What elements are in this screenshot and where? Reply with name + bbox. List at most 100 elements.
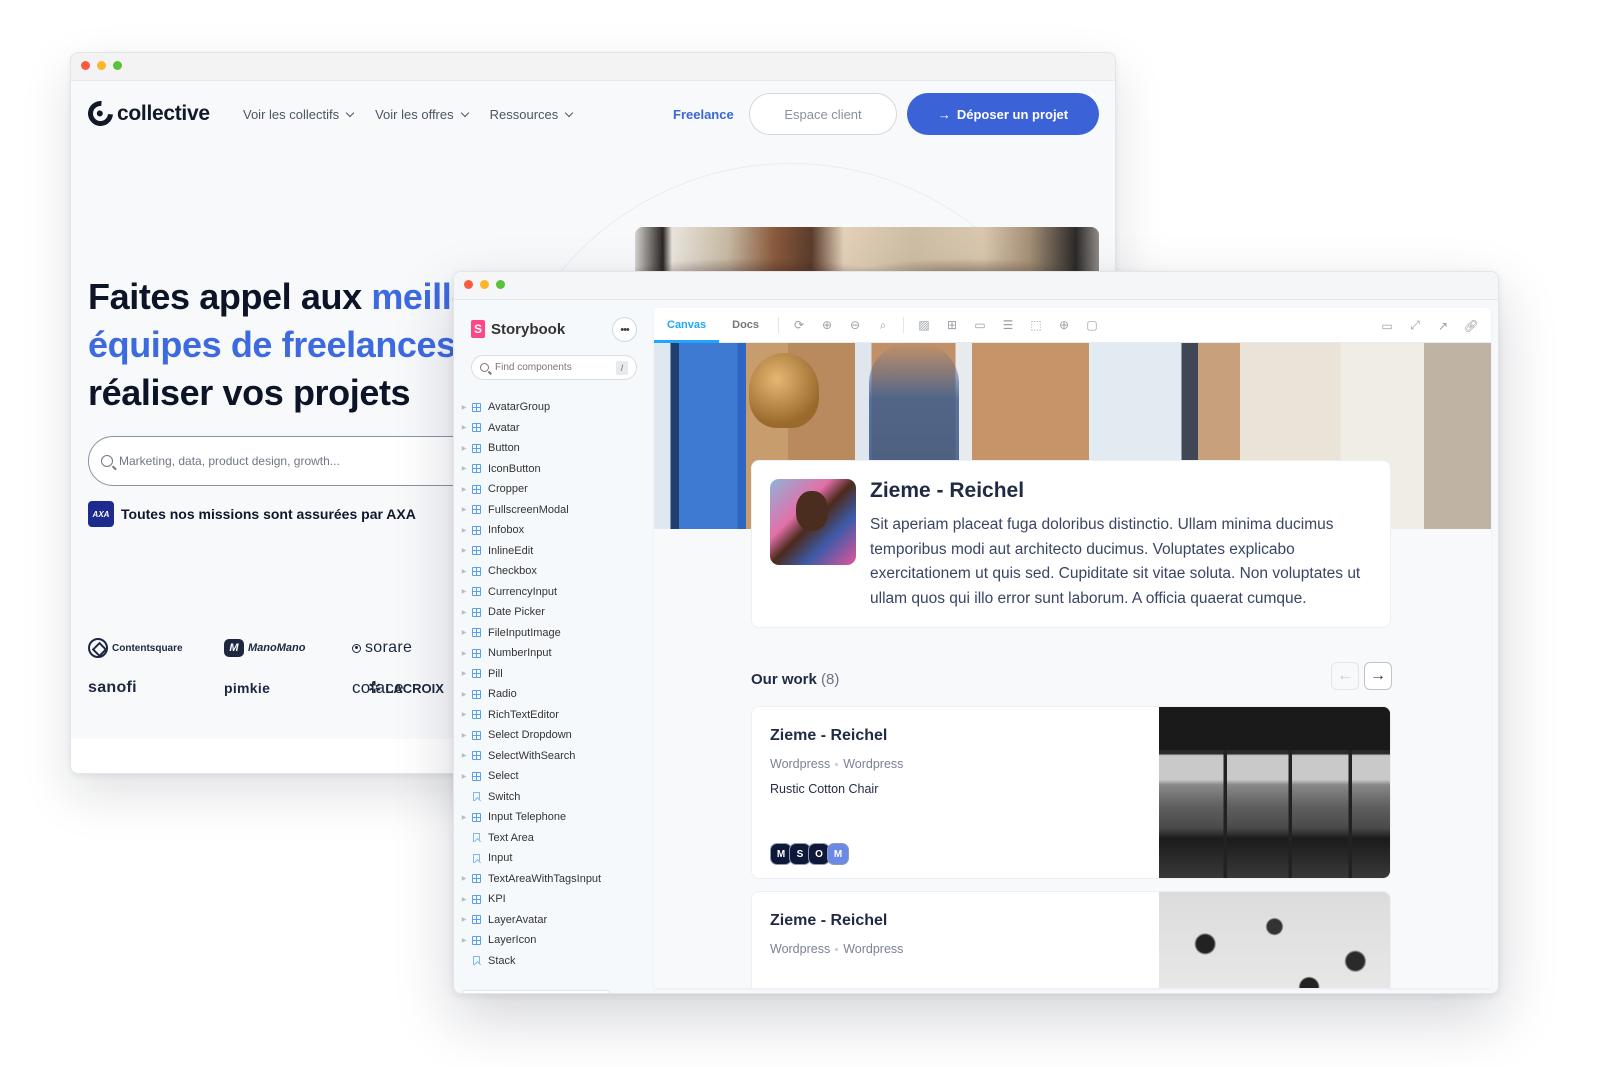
carousel-next-button[interactable]: → [1364,662,1392,690]
tree-item[interactable]: ▶ AvatarGroup [460,397,650,418]
minimize-window-button[interactable] [480,280,489,289]
project-card[interactable]: Zieme - Reichel Wordpress Wordpress [751,891,1391,988]
measure-icon[interactable]: ☰ [994,311,1022,339]
component-icon [472,771,481,781]
tree-item[interactable]: ▶ Radio [460,684,650,705]
tree-item[interactable]: Input [460,848,650,869]
tree-item[interactable]: ▶ Date Picker [460,602,650,623]
find-components-input[interactable] [495,362,605,373]
project-tag: Wordpress [843,942,904,956]
tree-item-label: IconButton [488,462,541,475]
maximize-window-button[interactable] [496,280,505,289]
nav-voir-les-offres[interactable]: Voir les offres [375,107,469,122]
collective-logo[interactable]: collective [82,95,210,132]
tab-docs[interactable]: Docs [719,308,772,343]
tree-item[interactable]: ▶ SelectWithSearch [460,746,650,767]
tree-item-label: InlineEdit [488,544,534,557]
tree-item[interactable]: Stack [460,951,650,972]
tree-item[interactable]: ▶ RichTextEditor [460,705,650,726]
copy-link-icon[interactable]: 🔗︎ [1457,312,1485,340]
tree-item-label: CurrencyInput [488,585,558,598]
tree-item[interactable]: ▶ Infobox [460,520,650,541]
nav-label: Voir les offres [375,107,454,122]
mission-search-bar [88,436,488,486]
project-title: Zieme - Reichel [770,727,888,744]
expand-caret-icon: ▶ [461,671,467,678]
mission-search-input[interactable] [119,454,449,468]
open-new-tab-icon[interactable]: ↗ [1429,312,1457,340]
background-icon[interactable]: ▨ [910,311,938,339]
outline-icon[interactable]: ⬚ [1022,311,1050,339]
tree-item[interactable]: ▶ IconButton [460,459,650,480]
window-titlebar [71,53,1115,81]
tree-item[interactable]: Text Area [460,828,650,849]
sidebar-menu-button[interactable]: ••• [612,317,637,342]
client-logo-sanofi: sanofi [88,677,224,699]
collective-logo-icon [82,95,119,132]
minimize-window-button[interactable] [97,61,106,70]
tree-item[interactable]: ▶ Select [460,766,650,787]
tree-item[interactable]: ▶ Button [460,438,650,459]
freelance-link[interactable]: Freelance [673,107,734,122]
tree-item[interactable]: ▶ NumberInput [460,643,650,664]
logo-label: pimkie [224,680,271,696]
expand-caret-icon: ▶ [461,404,467,411]
addons-panel-icon[interactable]: ▭ [1373,312,1401,340]
tree-item[interactable]: ▶ Select Dropdown [460,725,650,746]
profile-card: Zieme - Reichel Sit aperiam placeat fuga… [751,460,1391,628]
reload-icon[interactable]: ⟳ [785,311,813,339]
tree-item[interactable]: ▶ CurrencyInput [460,582,650,603]
deposer-projet-button[interactable]: → Déposer un projet [907,93,1099,135]
axa-logo-icon: AXA [88,501,114,527]
zoom-reset-icon[interactable]: ⌕ [869,311,897,339]
project-card[interactable]: Zieme - Reichel Wordpress Wordpress Rust… [751,706,1391,879]
project-subtitle: Rustic Cotton Chair [770,782,879,796]
tree-item[interactable]: ▶ Checkbox [460,561,650,582]
zoom-out-icon[interactable]: ⊖ [841,311,869,339]
component-icon [472,587,481,597]
tree-item[interactable]: ▶ KPI [460,889,650,910]
axa-text: Toutes nos missions sont assurées par AX… [121,506,416,522]
logo-label: sorare [365,639,413,656]
tree-item[interactable]: ▶ Cropper [460,479,650,500]
tree-item-label: Pill [488,667,503,680]
published-on-chromatic-badge[interactable]: Published on Chromatic [462,990,611,993]
tree-item[interactable]: ▶ LayerAvatar [460,910,650,931]
tree-item[interactable]: ▶ LayerIcon [460,930,650,951]
tree-item[interactable]: ▶ FullscreenModal [460,500,650,521]
toolbar-divider [778,317,780,333]
component-icon [472,710,481,720]
viewport-icon[interactable]: ▭ [966,311,994,339]
carousel-prev-button[interactable]: ← [1331,662,1359,690]
espace-client-button[interactable]: Espace client [749,93,897,135]
zoom-in-icon[interactable]: ⊕ [813,311,841,339]
close-window-button[interactable] [464,280,473,289]
nav-menu: Voir les collectifs Voir les offres Ress… [243,107,574,122]
tree-item-label: TextAreaWithTagsInput [488,872,602,885]
fullscreen-icon[interactable]: ⤢ [1401,312,1429,340]
maximize-window-button[interactable] [113,61,122,70]
storybook-brand[interactable]: S Storybook [471,320,565,338]
tab-canvas[interactable]: Canvas [654,308,720,343]
chevron-down-icon [565,108,574,117]
globe-icon[interactable]: ⊕ [1050,311,1078,339]
nav-voir-les-collectifs[interactable]: Voir les collectifs [243,107,355,122]
tree-item[interactable]: ▶ Input Telephone [460,807,650,828]
tree-item[interactable]: ▶ FileInputImage [460,623,650,644]
tree-item[interactable]: Switch [460,787,650,808]
comment-icon[interactable]: ▢ [1078,311,1106,339]
project-image [1159,707,1390,878]
component-icon [472,874,481,884]
tree-item[interactable]: ▶ TextAreaWithTagsInput [460,869,650,890]
tree-item-label: Input [488,852,513,865]
grid-icon[interactable]: ⊞ [938,311,966,339]
keyboard-shortcut-hint: / [616,361,628,375]
tree-item[interactable]: ▶ Avatar [460,418,650,439]
nav-ressources[interactable]: Ressources [490,107,574,122]
tree-item[interactable]: ▶ InlineEdit [460,541,650,562]
close-window-button[interactable] [81,61,90,70]
hero-text: Faites appel aux [88,276,372,317]
tree-item-label: Infobox [488,524,525,537]
tree-item[interactable]: ▶ Pill [460,664,650,685]
expand-caret-icon: ▶ [461,650,467,657]
